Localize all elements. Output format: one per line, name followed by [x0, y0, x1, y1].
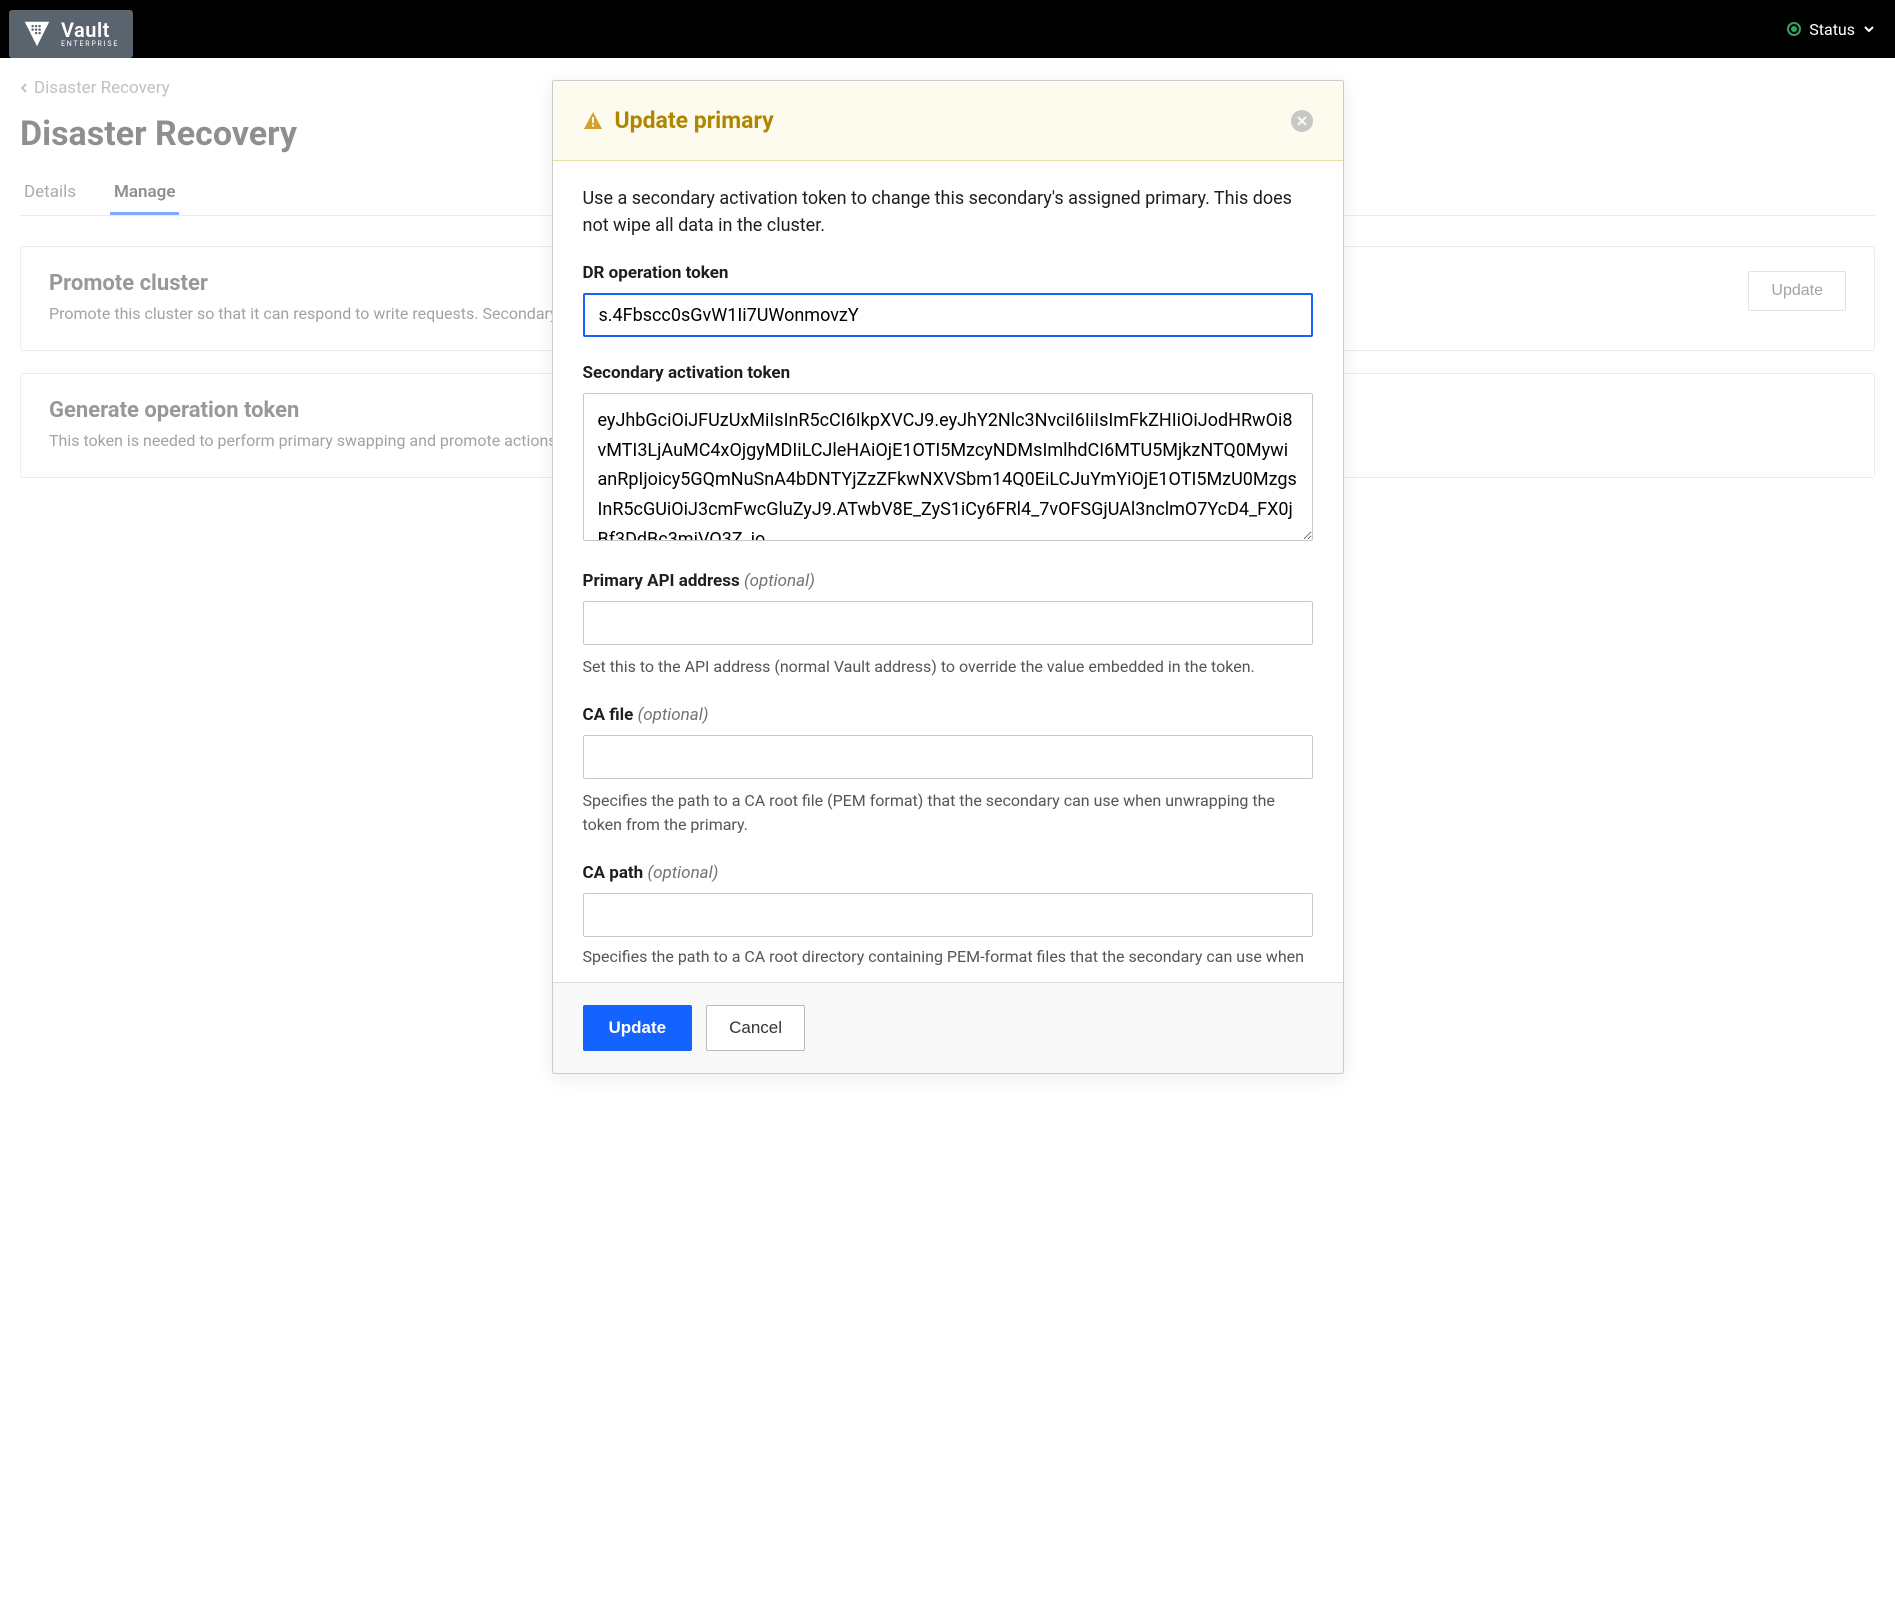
api-address-help: Set this to the API address (normal Vaul…: [583, 655, 1313, 679]
card-generate-desc: This token is needed to perform primary …: [49, 429, 561, 453]
modal-title: Update primary: [615, 107, 774, 134]
ca-file-help: Specifies the path to a CA root file (PE…: [583, 789, 1313, 837]
chevron-left-icon: [20, 82, 28, 94]
status-indicator-icon: [1787, 22, 1801, 36]
update-button[interactable]: Update: [583, 1005, 693, 1051]
ca-path-help: Specifies the path to a CA root director…: [583, 947, 1313, 972]
close-button[interactable]: [1291, 110, 1313, 132]
vault-logo-icon: [23, 20, 51, 48]
api-address-label: Primary API address (optional): [583, 571, 1313, 591]
breadcrumb-text: Disaster Recovery: [34, 78, 170, 98]
status-dropdown[interactable]: Status: [1787, 20, 1875, 39]
dr-token-label: DR operation token: [583, 263, 1313, 283]
ca-file-label: CA file (optional): [583, 705, 1313, 725]
brand-sub: ENTERPRISE: [61, 41, 119, 48]
brand-badge[interactable]: Vault ENTERPRISE: [9, 10, 133, 58]
dr-token-input[interactable]: [583, 293, 1313, 337]
ca-path-input[interactable]: [583, 893, 1313, 937]
modal-body: Use a secondary activation token to chan…: [553, 161, 1343, 982]
secondary-token-input[interactable]: [583, 393, 1313, 541]
chevron-down-icon: [1863, 23, 1875, 35]
secondary-token-label: Secondary activation token: [583, 363, 1313, 383]
field-ca-path: CA path (optional): [583, 863, 1313, 937]
modal-header: Update primary: [553, 81, 1343, 161]
update-primary-modal: Update primary Use a secondary activatio…: [552, 80, 1344, 1074]
tab-manage[interactable]: Manage: [110, 172, 179, 215]
field-api-address: Primary API address (optional) Set this …: [583, 571, 1313, 679]
status-label: Status: [1809, 20, 1855, 39]
modal-description: Use a secondary activation token to chan…: [583, 185, 1313, 239]
field-dr-token: DR operation token: [583, 263, 1313, 337]
close-icon: [1297, 116, 1307, 126]
card-generate-title: Generate operation token: [49, 398, 561, 423]
field-ca-file: CA file (optional) Specifies the path to…: [583, 705, 1313, 837]
tab-details[interactable]: Details: [20, 172, 80, 215]
top-navbar: Vault ENTERPRISE Status: [0, 0, 1895, 58]
modal-footer: Update Cancel: [553, 982, 1343, 1073]
cancel-button[interactable]: Cancel: [706, 1005, 805, 1051]
api-address-input[interactable]: [583, 601, 1313, 645]
ca-file-input[interactable]: [583, 735, 1313, 779]
card-update-button[interactable]: Update: [1748, 271, 1846, 311]
field-secondary-token: Secondary activation token: [583, 363, 1313, 545]
brand-name: Vault: [61, 20, 119, 40]
warning-icon: [583, 111, 603, 131]
ca-path-label: CA path (optional): [583, 863, 1313, 883]
